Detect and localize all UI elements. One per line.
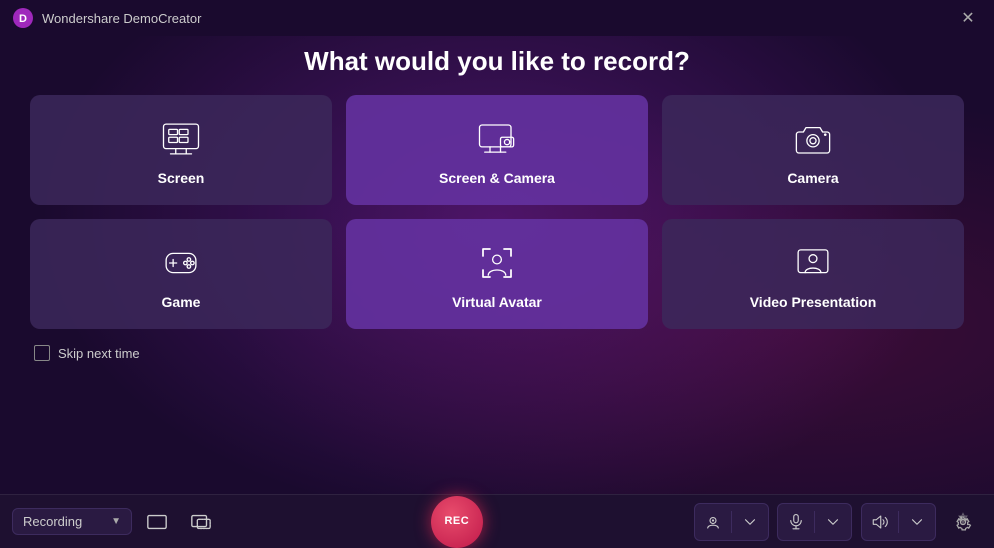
speaker-chevron-icon (908, 513, 926, 531)
settings-icon (953, 512, 973, 532)
recording-dropdown[interactable]: Recording ▼ (12, 508, 132, 535)
page-title: What would you like to record? (30, 46, 964, 77)
window-icon (190, 511, 212, 533)
screen-camera-label: Screen & Camera (439, 170, 555, 186)
option-video-presentation[interactable]: Video Presentation (662, 219, 964, 329)
webcam-group (694, 503, 769, 541)
options-grid: Screen Screen & Camera Camera (30, 95, 964, 329)
skip-label: Skip next time (58, 346, 140, 361)
presentation-icon (792, 242, 834, 284)
microphone-icon (787, 513, 805, 531)
screen-label: Screen (158, 170, 205, 186)
window-button[interactable] (182, 503, 220, 541)
game-icon (160, 242, 202, 284)
mic-chevron-icon (824, 513, 842, 531)
main-content: What would you like to record? Screen (0, 36, 994, 379)
game-label: Game (162, 294, 201, 310)
close-button[interactable]: ✕ (954, 4, 982, 32)
webcam-icon (704, 513, 722, 531)
option-screen[interactable]: Screen (30, 95, 332, 205)
option-virtual-avatar[interactable]: Virtual Avatar (346, 219, 648, 329)
avatar-icon (476, 242, 518, 284)
app-title: Wondershare DemoCreator (42, 11, 954, 26)
rec-label: REC (444, 516, 469, 527)
rec-button[interactable]: REC (431, 496, 483, 548)
camera-label: Camera (787, 170, 838, 186)
video-presentation-label: Video Presentation (750, 294, 877, 310)
right-toolbar-group (694, 503, 982, 541)
title-bar: D Wondershare DemoCreator ✕ (0, 0, 994, 36)
skip-checkbox[interactable] (34, 345, 50, 361)
microphone-dropdown-btn[interactable] (815, 504, 851, 540)
speaker-icon (871, 513, 889, 531)
rec-btn-wrap: REC (226, 496, 688, 548)
option-screen-camera[interactable]: Screen & Camera (346, 95, 648, 205)
bottom-toolbar: Recording ▼ REC (0, 494, 994, 548)
screen-icon (160, 118, 202, 160)
option-camera[interactable]: Camera (662, 95, 964, 205)
camera-icon (792, 118, 834, 160)
skip-row: Skip next time (30, 345, 964, 361)
chevron-down-icon: ▼ (111, 516, 121, 527)
speaker-dropdown-btn[interactable] (899, 504, 935, 540)
option-game[interactable]: Game (30, 219, 332, 329)
speaker-button[interactable] (862, 504, 898, 540)
screen-camera-icon (476, 118, 518, 160)
fullscreen-button[interactable] (138, 503, 176, 541)
app-logo-icon: D (12, 7, 34, 29)
microphone-group (777, 503, 852, 541)
fullscreen-icon (146, 511, 168, 533)
webcam-dropdown-btn[interactable] (732, 504, 768, 540)
microphone-button[interactable] (778, 504, 814, 540)
webcam-chevron-icon (741, 513, 759, 531)
settings-button[interactable] (944, 503, 982, 541)
recording-text: Recording (23, 514, 105, 529)
virtual-avatar-label: Virtual Avatar (452, 294, 542, 310)
svg-text:D: D (19, 13, 27, 25)
webcam-button[interactable] (695, 504, 731, 540)
speaker-group (861, 503, 936, 541)
